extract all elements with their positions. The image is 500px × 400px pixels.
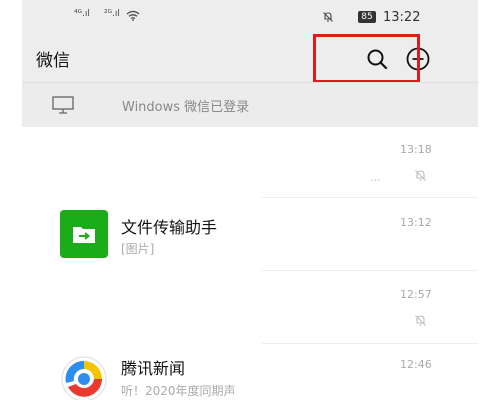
status-time: 13:22 (383, 10, 421, 25)
avatar (60, 355, 108, 400)
page-title: 微信 (36, 51, 70, 71)
search-icon[interactable] (365, 47, 389, 71)
banner-text: Windows 微信已登录 (122, 100, 250, 115)
wechat-screen: ⁴ᴳ.ıl ²ᴳ.ıl 85 13:22 微信 Windows 微信已登录 13… (22, 0, 478, 400)
app-header: 微信 (22, 34, 478, 82)
battery-indicator: 85 (358, 11, 376, 23)
mute-bell-icon (415, 315, 426, 326)
chat-preview: ... (370, 171, 381, 184)
mute-bell-icon (415, 170, 426, 181)
chat-time: 13:12 (400, 216, 432, 229)
chat-name: 腾讯新闻 (121, 359, 186, 378)
monitor-icon (52, 96, 74, 114)
chat-time: 13:18 (400, 143, 432, 156)
chat-item[interactable]: 12:57 (22, 271, 478, 343)
chat-item[interactable]: 13:18 ... (22, 127, 478, 197)
chat-item-tencent-news[interactable]: 腾讯新闻 听！2020年度同期声 12:46 (22, 344, 478, 400)
tencent-news-logo-icon (61, 356, 107, 400)
chat-list: 13:18 ... 文件传输助手 [图片] 13:12 12:57 腾讯新闻 听… (22, 127, 478, 400)
avatar (60, 210, 108, 258)
chat-time: 12:46 (400, 358, 432, 371)
folder-transfer-icon (73, 227, 95, 243)
desktop-login-banner[interactable]: Windows 微信已登录 (22, 82, 478, 128)
chat-preview: [图片] (121, 242, 155, 256)
wifi-icon (126, 10, 140, 21)
signal-indicator-2: ²ᴳ.ıl (104, 9, 120, 19)
plus-circle-icon[interactable] (405, 46, 431, 72)
mute-bell-icon (323, 12, 333, 22)
chat-time: 12:57 (400, 288, 432, 301)
chat-item-file-transfer[interactable]: 文件传输助手 [图片] 13:12 (22, 198, 478, 270)
status-bar: ⁴ᴳ.ıl ²ᴳ.ıl 85 13:22 (22, 0, 478, 34)
chat-name: 文件传输助手 (121, 218, 218, 237)
signal-indicator-1: ⁴ᴳ.ıl (74, 9, 90, 19)
chat-preview: 听！2020年度同期声 (121, 384, 236, 398)
